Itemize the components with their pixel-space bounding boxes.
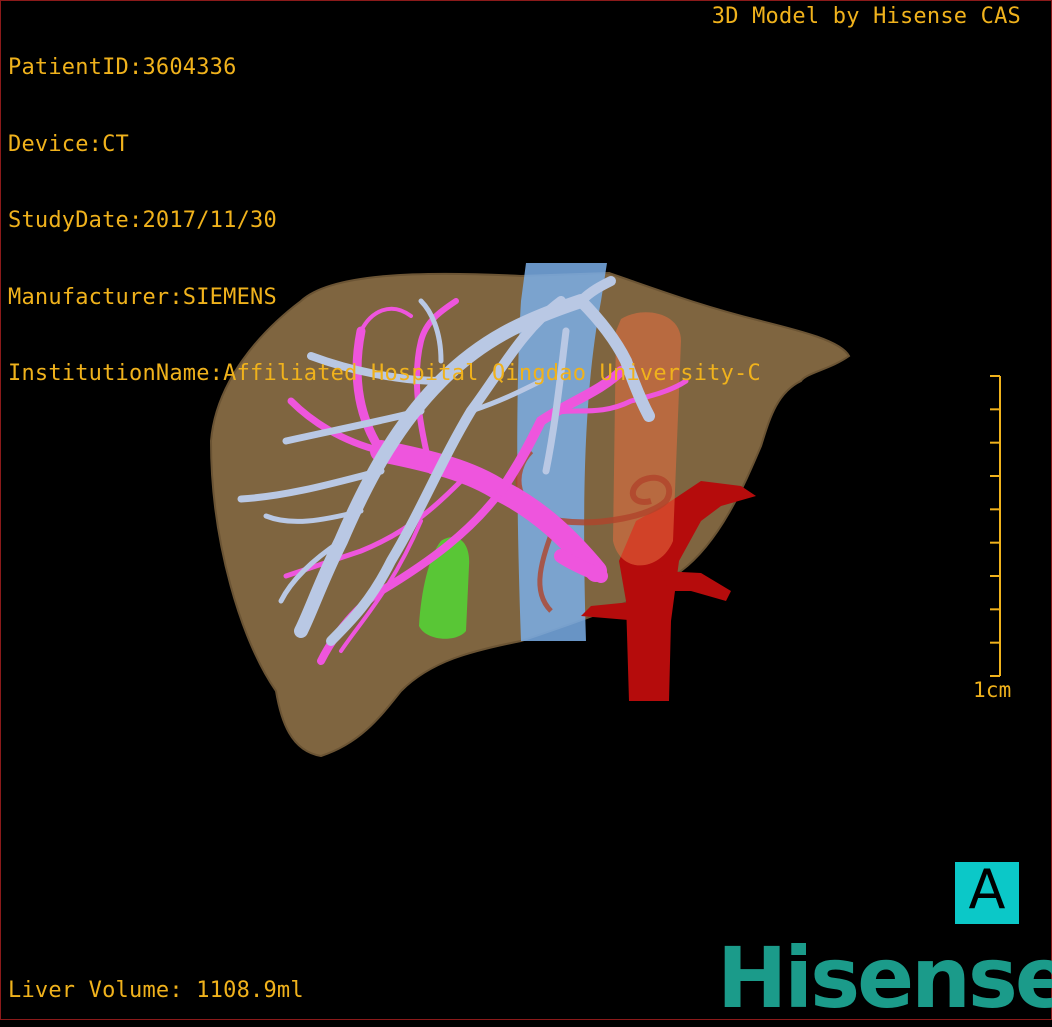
scale-bar <box>990 375 1001 677</box>
study-info-block: PatientID:3604336 Device:CT StudyDate:20… <box>8 4 761 438</box>
hisense-logo: Hisense <box>717 929 1052 1027</box>
study-date-label: StudyDate:2017/11/30 <box>8 208 277 233</box>
device-label: Device:CT <box>8 131 130 157</box>
patient-id-label: PatientID:3604336 <box>8 55 237 80</box>
institution-label: InstitutionName:Affiliated Hospital Qing… <box>8 361 761 386</box>
manufacturer-label: Manufacturer:SIEMENS <box>8 284 277 310</box>
scale-bar-label: 1cm <box>973 678 1012 702</box>
liver-volume-label: Liver Volume: 1108.9ml <box>8 978 304 1003</box>
render-viewport[interactable]: PatientID:3604336 Device:CT StudyDate:20… <box>0 0 1052 1027</box>
model-credit-label: 3D Model by Hisense CAS <box>711 4 1021 29</box>
orientation-letter: A <box>968 858 1006 921</box>
